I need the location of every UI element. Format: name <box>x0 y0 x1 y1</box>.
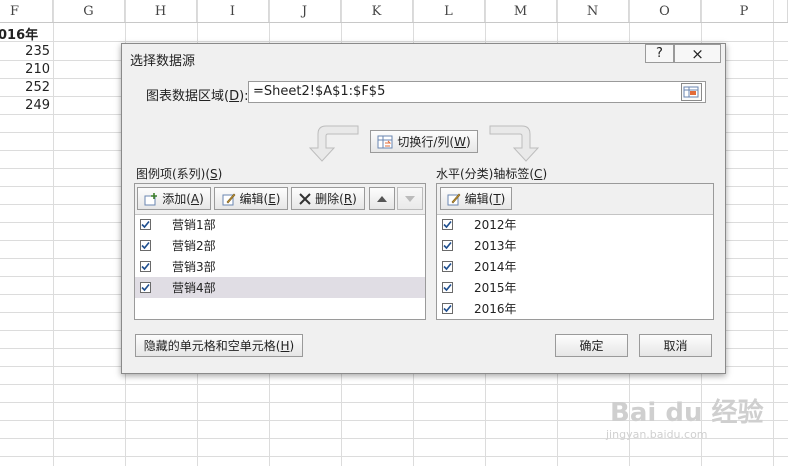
column-header-p[interactable]: P <box>701 0 788 22</box>
check-icon <box>141 241 150 250</box>
table-select-icon <box>683 86 699 98</box>
axis-toolbar: 编辑(T) <box>437 184 713 215</box>
switch-label: 切换行/列(W) <box>397 135 471 149</box>
cell-f5[interactable]: 249 <box>25 98 50 113</box>
cell-f2[interactable]: 235 <box>25 44 50 59</box>
column-header-k[interactable]: K <box>341 0 413 22</box>
collapse-range-button[interactable] <box>681 83 702 101</box>
edit-icon <box>447 193 461 205</box>
check-icon <box>443 220 452 229</box>
left-curved-arrow-icon <box>308 125 359 162</box>
close-icon: × <box>691 44 704 63</box>
category-name: 2014年 <box>474 260 517 274</box>
category-name: 2016年 <box>474 302 517 316</box>
series-checkbox[interactable] <box>140 219 151 230</box>
category-checkbox[interactable] <box>442 282 453 293</box>
series-checkbox[interactable] <box>140 240 151 251</box>
right-curved-arrow-icon <box>489 125 540 162</box>
category-checkbox[interactable] <box>442 261 453 272</box>
series-checkbox[interactable] <box>140 282 151 293</box>
select-data-source-dialog: 选择数据源 ? × 图表数据区域(D): =Sheet2!$A$1:$F$5 切… <box>121 43 726 374</box>
arrow-down-icon <box>405 195 415 202</box>
category-checkbox[interactable] <box>442 219 453 230</box>
series-name: 营销1部 <box>172 218 216 232</box>
legend-entries-panel: 添加(A) 编辑(E) 删除(R) 营销1部 营销2部 营销3部 营销4部 <box>134 183 426 320</box>
category-checkbox[interactable] <box>442 240 453 251</box>
list-item[interactable]: 2016年 <box>437 298 713 319</box>
column-header-n[interactable]: N <box>557 0 629 22</box>
list-item[interactable]: 2015年 <box>437 277 713 298</box>
move-up-button[interactable] <box>369 187 395 210</box>
list-item[interactable]: 营销3部 <box>135 256 425 277</box>
category-name: 2015年 <box>474 281 517 295</box>
switch-row-column-button[interactable]: 切换行/列(W) <box>370 130 478 153</box>
check-icon <box>141 283 150 292</box>
category-name: 2013年 <box>474 239 517 253</box>
legend-entries-title: 图例项(系列)(S) <box>136 167 223 181</box>
column-header-g[interactable]: G <box>53 0 125 22</box>
help-button[interactable]: ? <box>645 44 674 63</box>
legend-toolbar: 添加(A) 编辑(E) 删除(R) <box>135 184 425 215</box>
list-item[interactable]: 2013年 <box>437 235 713 256</box>
baidu-watermark-logo: Bai du 经验 <box>610 398 764 428</box>
check-icon <box>141 262 150 271</box>
series-name: 营销2部 <box>172 239 216 253</box>
remove-series-button[interactable]: 删除(R) <box>291 187 365 210</box>
add-series-button[interactable]: 添加(A) <box>137 187 211 210</box>
ok-button[interactable]: 确定 <box>555 334 628 357</box>
cancel-button[interactable]: 取消 <box>639 334 712 357</box>
edit-icon <box>222 193 235 205</box>
list-item[interactable]: 2012年 <box>437 214 713 235</box>
help-icon: ? <box>656 46 663 61</box>
hidden-empty-cells-button[interactable]: 隐藏的单元格和空单元格(H) <box>135 334 303 357</box>
move-down-button[interactable] <box>397 187 423 210</box>
delete-icon <box>299 192 311 205</box>
column-header-h[interactable]: H <box>125 0 197 22</box>
column-header-m[interactable]: M <box>485 0 557 22</box>
category-checkbox[interactable] <box>442 303 453 314</box>
check-icon <box>141 220 150 229</box>
axis-labels-title: 水平(分类)轴标签(C) <box>436 167 548 181</box>
check-icon <box>443 262 452 271</box>
edit-axis-labels-button[interactable]: 编辑(T) <box>440 187 512 210</box>
range-input[interactable]: =Sheet2!$A$1:$F$5 <box>248 81 706 103</box>
column-header-i[interactable]: I <box>197 0 269 22</box>
check-icon <box>443 283 452 292</box>
range-label: 图表数据区域(D): <box>146 89 249 104</box>
column-header-o[interactable]: O <box>629 0 701 22</box>
axis-labels-panel: 编辑(T) 2012年 2013年 2014年 2015年 2016年 <box>436 183 714 320</box>
cell-f4[interactable]: 252 <box>25 80 50 95</box>
list-item[interactable]: 营销1部 <box>135 214 425 235</box>
add-icon <box>144 192 158 205</box>
check-icon <box>443 241 452 250</box>
column-header-j[interactable]: J <box>269 0 341 22</box>
close-button[interactable]: × <box>674 44 721 63</box>
check-icon <box>443 304 452 313</box>
series-checkbox[interactable] <box>140 261 151 272</box>
switch-icon <box>377 135 393 148</box>
dialog-title: 选择数据源 <box>130 54 196 69</box>
cell-f1[interactable]: 016年 <box>0 24 38 43</box>
cell-f3[interactable]: 210 <box>25 62 50 77</box>
series-name: 营销4部 <box>172 281 216 295</box>
list-item[interactable]: 营销4部 <box>135 277 425 298</box>
edit-series-button[interactable]: 编辑(E) <box>214 187 288 210</box>
column-header-l[interactable]: L <box>413 0 485 22</box>
list-item[interactable]: 营销2部 <box>135 235 425 256</box>
column-header-f[interactable]: F <box>0 0 53 22</box>
baidu-watermark-url: jingyan.baidu.com <box>606 428 708 441</box>
list-item[interactable]: 2014年 <box>437 256 713 277</box>
arrow-up-icon <box>377 195 387 202</box>
category-name: 2012年 <box>474 218 517 232</box>
series-name: 营销3部 <box>172 260 216 274</box>
